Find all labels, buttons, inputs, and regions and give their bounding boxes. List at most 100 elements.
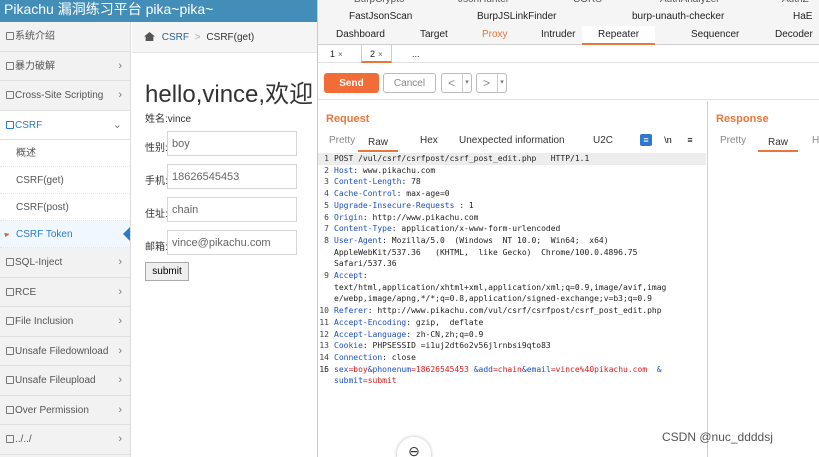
cancel-button[interactable]: Cancel (383, 73, 436, 93)
close-icon[interactable]: × (338, 50, 343, 59)
tool-tab-target[interactable]: Target (420, 29, 448, 40)
response-tab-he[interactable]: He (812, 135, 819, 146)
sidebar-item[interactable]: ../../ › (0, 425, 130, 455)
chevron-right-icon[interactable]: › (118, 425, 122, 454)
response-tab-raw[interactable]: Raw (758, 130, 799, 152)
chevron-right-icon[interactable]: › (118, 307, 122, 336)
sidebar-item[interactable]: File Inclusion › (0, 307, 130, 337)
breadcrumb-link[interactable]: CSRF (162, 32, 189, 43)
newline-icon[interactable]: \n (662, 134, 674, 146)
request-line: 12 Accept-Language: zh-CN,zh;q=0.9 (318, 329, 706, 341)
request-line: text/html,application/xhtml+xml,applicat… (318, 282, 706, 294)
request-tab-raw[interactable]: Raw (358, 130, 399, 152)
sidebar-item[interactable]: 系统介绍 (0, 22, 130, 52)
sidebar-item[interactable]: SQL-Inject › (0, 248, 130, 278)
header-name: Cookie (334, 341, 363, 351)
chevron-down-icon[interactable]: ▾ (497, 74, 506, 92)
request-panel: Request Pretty Raw Hex Unexpected informati… (318, 101, 706, 457)
close-icon[interactable]: × (378, 50, 383, 59)
chevron-right-icon[interactable]: › (118, 52, 122, 81)
sidebar-subitem-label: CSRF Token (16, 229, 73, 240)
request-editor[interactable]: 1 POST /vul/csrf/csrfpost/csrf_post_edit.… (318, 153, 706, 387)
request-title: Request (326, 113, 370, 125)
request-line: 1 POST /vul/csrf/csrfpost/csrf_post_edit.… (318, 153, 706, 165)
param-name: sex (334, 364, 349, 374)
repeater-tab-label: 2 (370, 49, 376, 59)
home-icon[interactable] (144, 32, 155, 41)
wrap-icon[interactable]: ≡ (640, 134, 652, 146)
header-name: Host (334, 165, 354, 175)
request-tab-hex[interactable]: Hex (420, 135, 438, 146)
sidebar-subitem[interactable]: 概述 (0, 140, 130, 167)
submit-button[interactable]: submit (145, 262, 189, 281)
response-title: Response (716, 113, 769, 125)
chevron-down-icon[interactable]: ⌄ (113, 111, 122, 140)
sidebar-item[interactable]: Unsafe Fileupload › (0, 366, 130, 396)
sidebar-item[interactable]: CSRF ⌄ (0, 110, 130, 140)
header-value: : max-age=0 (396, 189, 450, 199)
header-name: Content-Length (334, 177, 402, 187)
header-name: User-Agent (334, 235, 383, 245)
request-line: 9 Accept: (318, 270, 706, 282)
form-field-input[interactable] (167, 131, 297, 156)
sidebar-item[interactable]: RCE › (0, 278, 130, 307)
sidebar-subitem[interactable]: ▸ CSRF Token (0, 221, 130, 248)
request-line: 3 Content-Length: 78 (318, 176, 706, 188)
repeater-tab-label: ... (412, 49, 420, 59)
param-name: & (647, 364, 662, 374)
tool-tab-sequencer[interactable]: Sequencer (691, 29, 739, 40)
chevron-right-icon[interactable]: › (118, 81, 122, 110)
request-line: submit=submit (318, 375, 706, 387)
extension-tab[interactable]: AuthZ (782, 0, 809, 5)
tool-tab-dashboard[interactable]: Dashboard (336, 29, 385, 40)
form-field-input[interactable] (167, 164, 297, 189)
send-button[interactable]: Send (324, 73, 379, 93)
chevron-right-icon[interactable]: › (118, 366, 122, 395)
field-label: 邮箱: (145, 242, 168, 253)
sidebar-subitem-label: 概述 (16, 148, 36, 159)
sidebar-subitem[interactable]: CSRF(post) (0, 194, 130, 221)
extension-tab[interactable]: BurpJSLinkFinder (477, 11, 556, 22)
extension-tab[interactable]: CORS (573, 0, 602, 5)
sidebar-item-label: File Inclusion (15, 316, 74, 327)
form-field-input[interactable] (167, 197, 297, 222)
repeater-tab[interactable]: ... (404, 45, 428, 63)
chevron-right-icon[interactable]: › (118, 396, 122, 425)
extension-tab[interactable]: BurpCrypto (354, 0, 405, 5)
request-tab-unexpected-information[interactable]: Unexpected information (459, 135, 565, 146)
sidebar-item-label: RCE (15, 286, 37, 298)
sidebar-item[interactable]: Cross-Site Scripting › (0, 81, 130, 111)
history-forward-button[interactable]: > ▾ (476, 73, 507, 93)
request-tab-u2c[interactable]: U2C (593, 135, 613, 146)
sidebar-item[interactable]: Unsafe Filedownload › (0, 337, 130, 366)
sidebar-item-label: CSRF (15, 119, 43, 131)
chevron-right-icon[interactable]: › (118, 248, 122, 277)
extension-tab[interactable]: burp-unauth-checker (632, 11, 724, 22)
param-value: =18626545453 (411, 364, 469, 374)
repeater-tab[interactable]: 2 × (361, 45, 392, 63)
tool-tab-proxy[interactable]: Proxy (482, 29, 508, 40)
extension-tab[interactable]: HaE (793, 11, 812, 22)
header-name: Upgrade-Insecure-Requests (334, 200, 455, 210)
form-field-input[interactable] (167, 230, 297, 255)
header-value: : PHPSESSID =i1uj2dt6o2v56jlrnbsi9qto83 (362, 341, 551, 351)
line-number: 6 (324, 212, 329, 222)
extension-tab[interactable]: FastJsonScan (349, 11, 412, 22)
tool-tab-decoder[interactable]: Decoder (775, 29, 813, 40)
sidebar-subitem[interactable]: CSRF(get) (0, 167, 130, 194)
tool-tab-repeater[interactable]: Repeater (582, 26, 656, 45)
repeater-tab[interactable]: 1 × (322, 45, 351, 63)
request-line: 10 Referer: http://www.pikachu.com/vul/cs… (318, 305, 706, 317)
tool-tab-intruder[interactable]: Intruder (541, 29, 575, 40)
menu-icon[interactable]: ≡ (684, 134, 696, 146)
request-tab-pretty[interactable]: Pretty (329, 135, 355, 146)
extension-tab[interactable]: JsonHunter (458, 0, 509, 5)
chevron-right-icon[interactable]: › (118, 337, 122, 366)
extension-tab[interactable]: AuthAnalyzer (660, 0, 719, 5)
sidebar-item[interactable]: Over Permission › (0, 396, 130, 425)
chevron-right-icon[interactable]: › (118, 278, 122, 307)
history-back-button[interactable]: < ▾ (441, 73, 472, 93)
chevron-down-icon[interactable]: ▾ (462, 74, 471, 92)
sidebar-item[interactable]: 暴力破解 › (0, 52, 130, 81)
response-tab-pretty[interactable]: Pretty (720, 135, 746, 146)
